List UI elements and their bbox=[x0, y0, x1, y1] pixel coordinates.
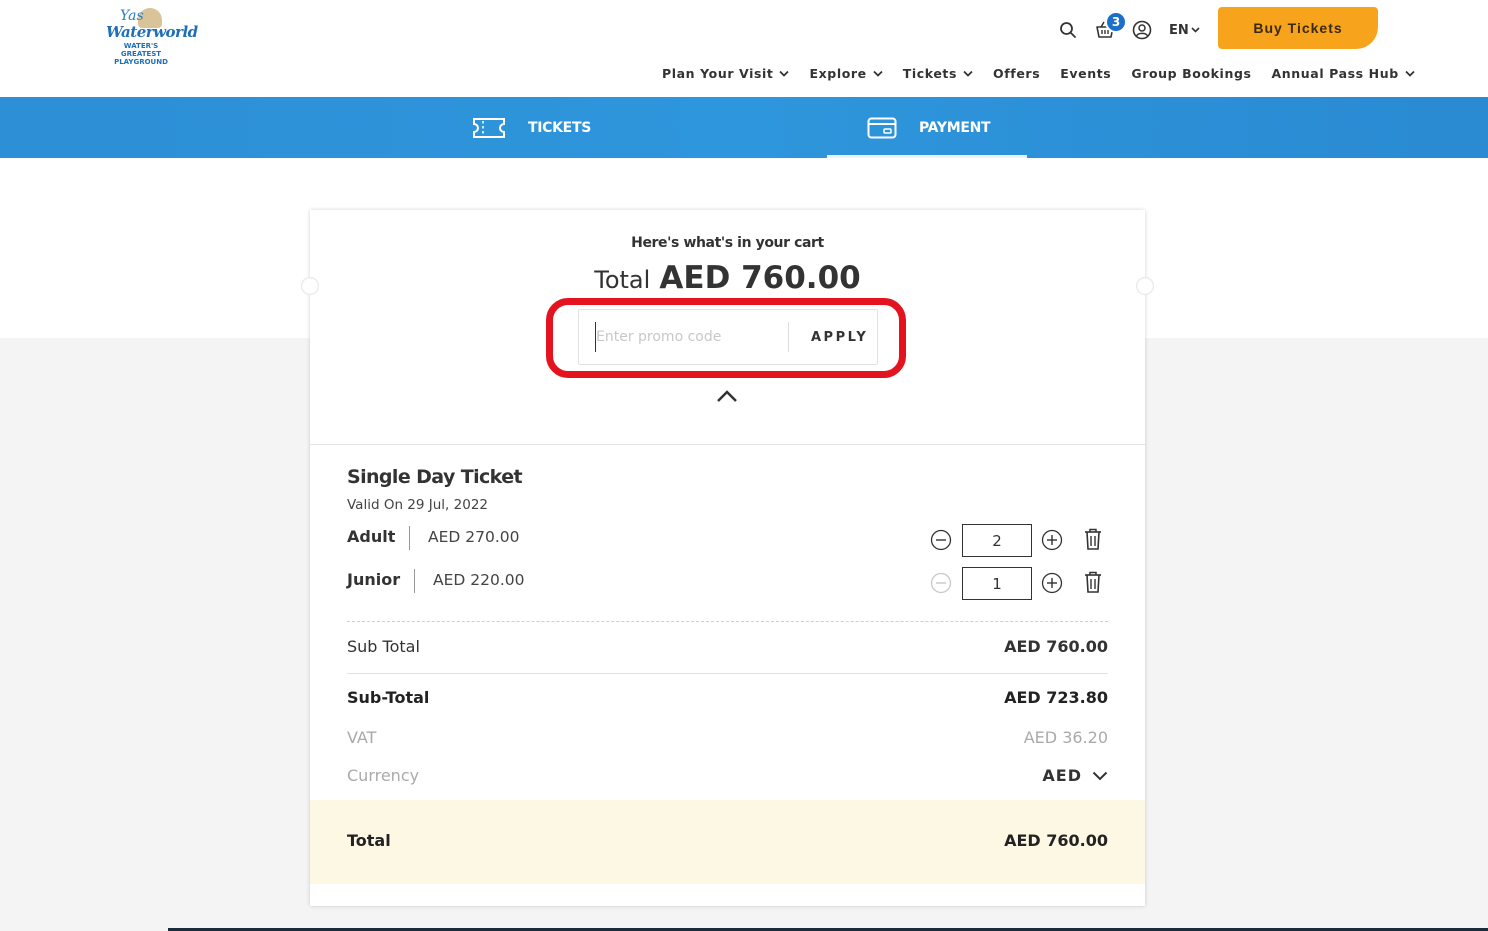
quantity-input[interactable] bbox=[962, 567, 1032, 600]
summary-label: VAT bbox=[347, 728, 377, 747]
line-item-name: Junior bbox=[347, 570, 401, 589]
line-item-price: AED 220.00 bbox=[433, 571, 525, 589]
search-icon[interactable] bbox=[1056, 18, 1080, 42]
total-value: AED 760.00 bbox=[659, 260, 861, 296]
checkout-steps-bar: TICKETS PAYMENT bbox=[0, 97, 1488, 158]
header-utility-icons: 3 EN bbox=[1056, 11, 1200, 44]
nav-item-group-bookings[interactable]: Group Bookings bbox=[1131, 66, 1251, 81]
decrease-quantity-icon[interactable] bbox=[930, 572, 952, 594]
total-band: Total AED 760.00 bbox=[310, 800, 1145, 884]
step-tickets-label: TICKETS bbox=[528, 119, 591, 136]
yas-waterworld-logo[interactable]: Yas Waterworld WATER'S GREATEST PLAYGROU… bbox=[104, 6, 198, 66]
credit-card-icon bbox=[867, 117, 897, 138]
language-selector[interactable]: EN bbox=[1169, 23, 1200, 38]
summary-label: Sub-Total bbox=[347, 688, 430, 707]
account-icon[interactable] bbox=[1130, 18, 1154, 42]
promo-highlight-annotation bbox=[546, 298, 906, 378]
increase-quantity-icon[interactable] bbox=[1041, 572, 1063, 594]
nav-item-plan-your-visit[interactable]: Plan Your Visit bbox=[662, 66, 790, 81]
chevron-down-icon bbox=[1092, 771, 1108, 780]
nav-label: Explore bbox=[809, 66, 867, 81]
chevron-down-icon bbox=[1191, 27, 1200, 33]
nav-label: Events bbox=[1060, 66, 1112, 81]
cart-total-header: Total AED 760.00 bbox=[310, 260, 1145, 296]
chevron-down-icon bbox=[963, 70, 973, 77]
line-item-adult: Adult AED 270.00 bbox=[347, 522, 1108, 558]
line-item-separator bbox=[409, 526, 410, 550]
logo-yas-text: Yas bbox=[120, 8, 144, 24]
nav-item-events[interactable]: Events bbox=[1060, 66, 1111, 81]
cart-button[interactable]: 3 bbox=[1093, 11, 1127, 42]
nav-item-tickets[interactable]: Tickets bbox=[903, 66, 973, 81]
logo-waterworld-text: Waterworld bbox=[106, 23, 198, 41]
summary-value: AED 723.80 bbox=[1004, 688, 1108, 707]
nav-label: Tickets bbox=[902, 66, 958, 81]
line-item-separator bbox=[414, 569, 415, 593]
buy-tickets-button[interactable]: Buy Tickets bbox=[1218, 7, 1378, 49]
total-label: Total bbox=[594, 266, 651, 294]
increase-quantity-icon[interactable] bbox=[1041, 529, 1063, 551]
summary-label: Total bbox=[347, 831, 391, 850]
summary-row-net-subtotal: Sub-Total AED 723.80 bbox=[347, 688, 1108, 707]
nav-label: Plan Your Visit bbox=[662, 66, 774, 81]
step-payment[interactable]: PAYMENT bbox=[867, 97, 991, 158]
nav-item-explore[interactable]: Explore bbox=[809, 66, 883, 81]
section-divider bbox=[347, 673, 1108, 674]
line-item-price: AED 270.00 bbox=[428, 528, 520, 546]
summary-value: AED 760.00 bbox=[1004, 831, 1108, 850]
section-divider bbox=[310, 444, 1145, 445]
currency-dropdown[interactable]: AED bbox=[1042, 766, 1108, 785]
nav-label: Group Bookings bbox=[1131, 66, 1252, 81]
summary-label: Currency bbox=[347, 766, 420, 785]
cart-heading: Here's what's in your cart bbox=[631, 235, 824, 251]
chevron-up-icon[interactable] bbox=[715, 388, 739, 404]
summary-value: AED 36.20 bbox=[1023, 728, 1108, 747]
nav-item-offers[interactable]: Offers bbox=[993, 66, 1040, 81]
summary-label: Sub Total bbox=[347, 637, 420, 656]
currency-value: AED bbox=[1042, 766, 1082, 785]
nav-label: Offers bbox=[993, 66, 1041, 81]
nav-label: Annual Pass Hub bbox=[1271, 66, 1399, 81]
ticket-icon bbox=[473, 117, 505, 138]
chevron-down-icon bbox=[873, 70, 883, 77]
dashed-divider bbox=[347, 621, 1108, 622]
line-item-junior: Junior AED 220.00 bbox=[347, 565, 1108, 601]
summary-row-currency: Currency AED bbox=[347, 766, 1108, 785]
summary-row-subtotal: Sub Total AED 760.00 bbox=[347, 637, 1108, 656]
main-nav: Plan Your Visit Explore Tickets Offers E… bbox=[662, 66, 1435, 81]
trash-icon[interactable] bbox=[1083, 570, 1103, 594]
logo-tagline: WATER'S GREATEST PLAYGROUND bbox=[114, 42, 168, 66]
cart-count-badge: 3 bbox=[1105, 11, 1127, 33]
active-step-indicator bbox=[827, 155, 1027, 158]
language-label: EN bbox=[1169, 22, 1189, 38]
cart-summary-card: Here's what's in your cart Total AED 760… bbox=[301, 210, 1154, 906]
chevron-down-icon bbox=[779, 70, 790, 77]
line-item-name: Adult bbox=[347, 527, 396, 546]
summary-row-total: Total AED 760.00 bbox=[347, 831, 1108, 850]
ticket-valid-date: Valid On 29 Jul, 2022 bbox=[347, 497, 488, 513]
chevron-down-icon bbox=[1405, 70, 1415, 77]
ticket-title: Single Day Ticket bbox=[347, 466, 523, 488]
summary-value: AED 760.00 bbox=[1004, 637, 1108, 656]
step-payment-label: PAYMENT bbox=[919, 119, 991, 136]
trash-icon[interactable] bbox=[1083, 527, 1103, 551]
site-header: Yas Waterworld WATER'S GREATEST PLAYGROU… bbox=[0, 0, 1488, 97]
decrease-quantity-icon[interactable] bbox=[930, 529, 952, 551]
step-tickets[interactable]: TICKETS bbox=[472, 97, 591, 158]
summary-row-vat: VAT AED 36.20 bbox=[347, 728, 1108, 747]
quantity-input[interactable] bbox=[962, 524, 1032, 557]
nav-item-annual-pass-hub[interactable]: Annual Pass Hub bbox=[1272, 66, 1415, 81]
